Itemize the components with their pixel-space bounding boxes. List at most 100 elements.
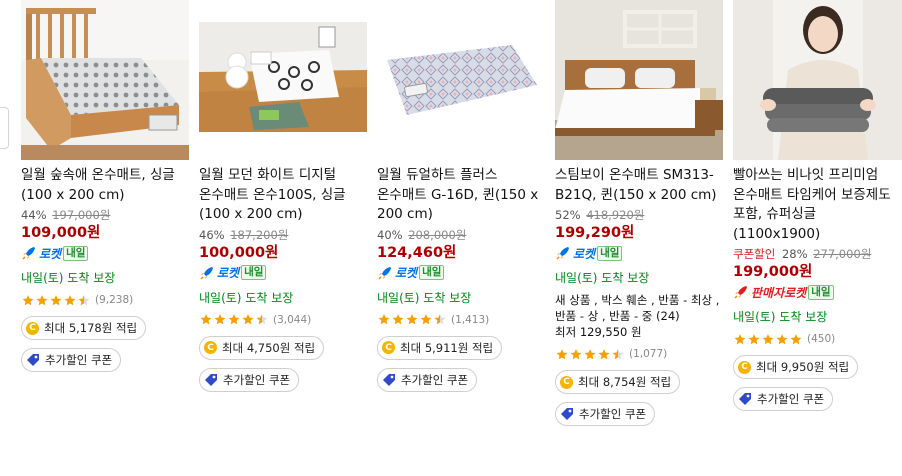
star-icon — [776, 333, 788, 344]
star-icon — [36, 294, 48, 305]
original-price: 197,000원 — [52, 208, 111, 222]
sale-price: 199,000원 — [733, 264, 813, 280]
points-label: 최대 9,950원 적립 — [756, 360, 850, 374]
star-icon — [612, 348, 624, 359]
product-image[interactable] — [21, 0, 189, 160]
coin-icon: C — [560, 375, 573, 389]
coin-icon: C — [204, 341, 217, 354]
rating-row: (1,077) — [555, 346, 725, 362]
product-title[interactable]: 일월 듀얼하트 플러스 온수매트 G-16D, 퀸(150 x 200 cm) — [377, 166, 547, 225]
coupon-chip[interactable]: 추가할인 쿠폰 — [555, 402, 656, 426]
sale-price: 109,000원 — [21, 225, 101, 241]
star-icon — [734, 333, 746, 344]
price-original-row: 46% 187,200원 — [199, 227, 369, 243]
star-icon — [570, 348, 582, 359]
product-title[interactable]: 일월 모던 화이트 디지털 온수매트 온수100S, 싱글(100 x 200 … — [199, 166, 369, 225]
sale-price: 124,460원 — [377, 244, 457, 261]
star-icon — [598, 348, 610, 359]
coupon-chip[interactable]: 추가할인 쿠폰 — [733, 387, 834, 411]
star-icon — [242, 314, 254, 325]
discount-rate: 46% — [199, 227, 225, 242]
product-title[interactable]: 빨아쓰는 비나잇 프리미엄 온수매트 타임케어 보증제도 포함, 슈퍼싱글(11… — [733, 166, 902, 244]
product-image[interactable] — [377, 40, 545, 120]
star-icon — [22, 294, 34, 305]
points-chip[interactable]: C 최대 9,950원 적립 — [733, 355, 859, 379]
discount-rate: 28% — [781, 247, 808, 261]
original-price: 187,200원 — [230, 227, 289, 242]
review-count: (450) — [807, 333, 836, 345]
price-original-row: 40% 208,000원 — [377, 227, 547, 243]
coupon-label: 추가할인 쿠폰 — [579, 407, 647, 421]
product-image[interactable] — [555, 0, 723, 160]
discount-rate: 44% — [21, 208, 47, 222]
star-icon — [762, 333, 774, 344]
coupon-label: 추가할인 쿠폰 — [45, 353, 113, 367]
rating-row: (3,044) — [199, 312, 369, 328]
star-icon — [256, 314, 268, 325]
points-chip[interactable]: C 최대 5,178원 적립 — [21, 316, 147, 340]
rocket-delivery-badge: 로켓 내일 — [199, 264, 369, 282]
points-label: 최대 4,750원 적립 — [222, 340, 316, 355]
coupon-chip[interactable]: 추가할인 쿠폰 — [199, 367, 300, 392]
review-count: (1,413) — [451, 313, 490, 326]
star-icon — [790, 333, 802, 344]
star-rating — [21, 294, 91, 307]
star-icon — [64, 294, 76, 305]
product-title[interactable]: 일월 숲속애 온수매트, 싱글(100 x 200 cm) — [21, 166, 191, 205]
seller-rocket-badge: 판매자로켓 내일 — [733, 283, 902, 301]
star-icon — [378, 314, 390, 325]
discount-rate: 40% — [377, 227, 403, 242]
rocket-icon — [556, 247, 569, 260]
delivery-promise: 내일(토) 도착 보장 — [733, 310, 828, 324]
delivery-promise: 내일(토) 도착 보장 — [555, 271, 650, 285]
coin-icon: C — [738, 360, 751, 374]
coin-icon: C — [382, 341, 395, 354]
rocket-label: 로켓 — [395, 266, 418, 280]
coupon-chip[interactable]: 추가할인 쿠폰 — [21, 348, 122, 372]
coupon-chip[interactable]: 추가할인 쿠폰 — [377, 367, 478, 392]
star-rating — [555, 348, 625, 361]
star-icon — [214, 314, 226, 325]
coupon-tag-icon — [27, 354, 39, 366]
review-count: (1,077) — [629, 348, 668, 360]
star-icon — [200, 314, 212, 325]
discount-rate: 52% — [555, 208, 581, 222]
sale-price: 199,290원 — [555, 225, 635, 241]
star-icon — [434, 314, 446, 325]
product-image[interactable] — [199, 22, 367, 132]
star-icon — [392, 314, 404, 325]
original-price: 208,000원 — [408, 227, 467, 242]
other-offers[interactable]: 새 상품 , 박스 훼손 , 반품 - 최상 , 반품 - 상 , 반품 - 중… — [555, 292, 725, 340]
points-chip[interactable]: C 최대 8,754원 적립 — [555, 370, 681, 394]
delivery-promise: 내일(토) 도착 보장 — [21, 271, 116, 285]
star-rating — [199, 313, 269, 326]
points-label: 최대 8,754원 적립 — [578, 375, 672, 389]
rocket-label: 로켓 — [39, 246, 62, 261]
coupon-tag-icon — [383, 373, 395, 386]
points-chip[interactable]: C 최대 4,750원 적립 — [199, 335, 325, 360]
rocket-icon — [22, 247, 35, 260]
star-icon — [748, 333, 760, 344]
coupon-label: 추가할인 쿠폰 — [757, 392, 825, 406]
price-original-row: 52% 418,920원 — [555, 207, 725, 223]
coupon-label: 추가할인 쿠폰 — [401, 372, 469, 387]
review-count: (9,238) — [95, 294, 134, 306]
carousel-prev-handle[interactable] — [0, 107, 9, 149]
star-rating — [377, 313, 447, 326]
rating-row: (450) — [733, 331, 902, 347]
delivery-promise: 내일(토) 도착 보장 — [377, 290, 472, 305]
rocket-delivery-badge: 로켓 내일 — [555, 244, 725, 262]
points-chip[interactable]: C 최대 5,911원 적립 — [377, 335, 503, 360]
rocket-delivery-badge: 로켓 내일 — [21, 244, 191, 262]
price-original-row: 쿠폰할인 28% 277,000원 — [733, 246, 902, 262]
tomorrow-badge: 내일 — [63, 245, 89, 261]
star-icon — [228, 314, 240, 325]
points-label: 최대 5,178원 적립 — [44, 321, 138, 335]
coupon-tag-icon — [561, 408, 573, 420]
product-image[interactable] — [733, 0, 902, 160]
rocket-icon — [734, 286, 747, 299]
rocket-label: 로켓 — [217, 266, 240, 280]
product-title[interactable]: 스팀보이 온수매트 SM313-B21Q, 퀸(150 x 200 cm) — [555, 166, 725, 205]
star-icon — [556, 348, 568, 359]
rating-row: (9,238) — [21, 292, 191, 308]
